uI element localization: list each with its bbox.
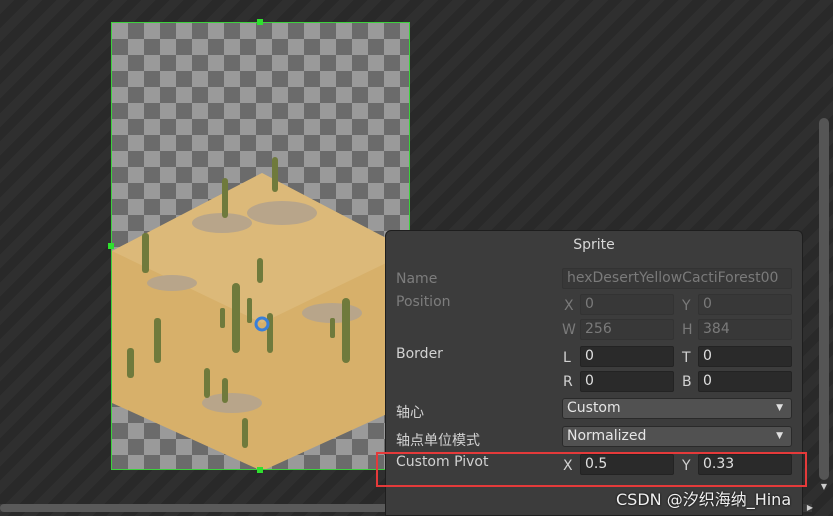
border-label: Border [396,346,443,362]
pivot-dropdown[interactable]: Custom ▼ [562,398,792,419]
border-t-field[interactable]: 0 [698,346,792,367]
panel-title: Sprite [573,237,615,253]
border-t-label: T [682,350,691,366]
border-b-label: B [682,374,692,390]
border-l-field[interactable]: 0 [580,346,674,367]
pivot-unit-dropdown-value: Normalized [567,428,647,444]
position-x-field: 0 [580,294,674,315]
top-handle[interactable] [257,19,263,25]
bottom-handle[interactable] [257,467,263,473]
position-h-field: 384 [698,319,792,340]
position-x-label: X [564,298,574,314]
name-label: Name [396,271,438,287]
pivot-unit-label: 轴点单位模式 [396,433,480,449]
scroll-right-arrow-icon[interactable]: ▶ [807,503,813,512]
position-h-label: H [682,322,693,338]
pivot-dropdown-value: Custom [567,400,621,416]
position-w-label: W [562,322,576,338]
desert-tile-image [112,157,409,469]
chevron-down-icon: ▼ [776,431,783,441]
sprite-preview[interactable] [111,22,410,470]
vertical-scrollbar[interactable] [819,118,829,480]
scroll-down-arrow-icon[interactable]: ▼ [821,482,827,491]
position-y-field: 0 [698,294,792,315]
border-r-field[interactable]: 0 [580,371,674,392]
custom-pivot-highlight-box [376,452,807,487]
position-label: Position [396,294,451,310]
border-r-label: R [563,374,573,390]
pivot-label: 轴心 [396,405,424,421]
border-b-field[interactable]: 0 [698,371,792,392]
name-field: hexDesertYellowCactiForest00 [562,268,792,289]
chevron-down-icon: ▼ [776,403,783,413]
left-handle[interactable] [108,243,114,249]
position-w-field: 256 [580,319,674,340]
pivot-unit-dropdown[interactable]: Normalized ▼ [562,426,792,447]
border-l-label: L [563,350,571,366]
position-y-label: Y [682,298,691,314]
watermark: CSDN @汐织海纳_Hina [616,490,792,509]
